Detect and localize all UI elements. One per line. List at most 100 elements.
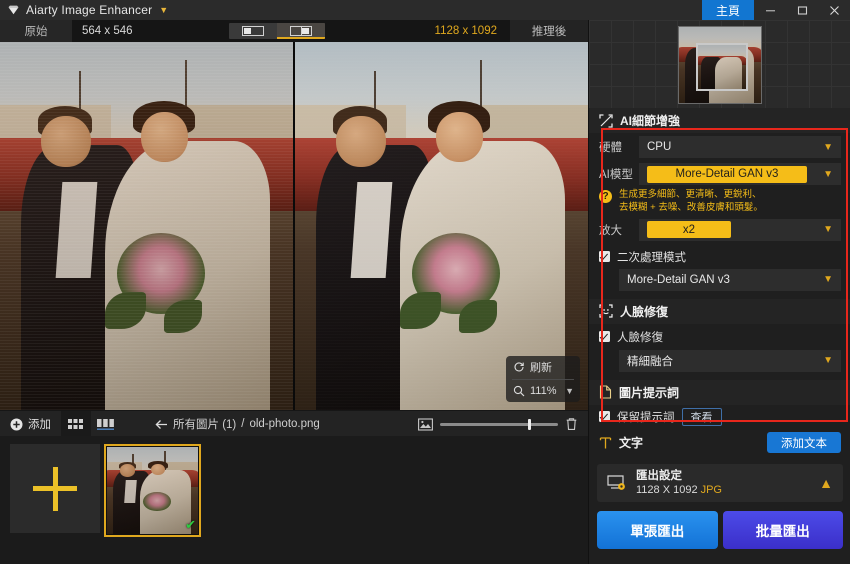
- face-restore-checkbox[interactable]: [599, 331, 610, 343]
- ai-model-description: ? 生成更多細節、更清晰、更銳利、 去模糊 + 去噪、改善皮膚和頭髮。: [589, 187, 850, 215]
- section-header-ai-detail: AI細節增強: [589, 108, 850, 133]
- face-restore-label: 人臉修復: [617, 331, 663, 344]
- app-window: Aiarty Image Enhancer ▼ 主頁 原始 564 x 546 …: [0, 0, 850, 564]
- preview-frame: [678, 26, 762, 104]
- text-tool-icon: [599, 436, 612, 450]
- zoom-level-row[interactable]: 111% ▼: [506, 380, 580, 403]
- enhanced-photo: [295, 42, 588, 410]
- batch-export-button[interactable]: 批量匯出: [722, 510, 843, 549]
- hardware-label: 硬體: [599, 142, 622, 154]
- close-icon[interactable]: [818, 0, 850, 20]
- chevron-down-icon[interactable]: ▼: [159, 5, 168, 15]
- image-canvas[interactable]: 刷新 111% ▼: [0, 42, 588, 410]
- chevron-up-icon[interactable]: ▲: [819, 475, 833, 491]
- plus-circle-icon: [10, 418, 23, 431]
- trash-icon[interactable]: [565, 417, 578, 431]
- thumbnail-size-slider[interactable]: [440, 418, 558, 430]
- add-image-button[interactable]: 添加: [0, 411, 61, 437]
- chevron-down-icon: ▼: [823, 141, 833, 153]
- face-restore-checkbox-row[interactable]: 人臉修復: [589, 324, 850, 350]
- keep-prompt-checkbox[interactable]: [599, 411, 610, 423]
- desc-line-2: 去模糊 + 去噪、改善皮膚和頭髮。: [619, 201, 763, 213]
- document-icon: [599, 385, 612, 399]
- section-header-face-restore: 人臉修復: [589, 298, 850, 324]
- scale-row: 放大 x2 ▼: [589, 215, 850, 245]
- scale-value: x2: [647, 221, 731, 239]
- preview-crop-box[interactable]: [696, 43, 748, 91]
- ai-model-value: More-Detail GAN v3: [647, 165, 807, 183]
- breadcrumb-filename: old-photo.png: [249, 418, 320, 430]
- second-pass-model-select[interactable]: More-Detail GAN v3 ▼: [619, 268, 841, 291]
- chevron-down-icon: ▼: [823, 224, 833, 236]
- keep-prompt-row: 保留提示詞 查看: [589, 405, 850, 429]
- original-dimensions: 564 x 546: [82, 25, 133, 37]
- single-view-icon[interactable]: [229, 23, 277, 39]
- hardware-value: CPU: [647, 141, 672, 153]
- scale-select[interactable]: x2 ▼: [639, 218, 841, 241]
- ai-model-label: AI模型: [599, 169, 633, 181]
- chevron-down-icon[interactable]: ▼: [565, 386, 574, 396]
- app-title: Aiarty Image Enhancer: [26, 3, 153, 17]
- check-icon: ✔: [185, 517, 196, 532]
- export-settings-title: 匯出設定: [636, 469, 682, 482]
- export-settings-text: 匯出設定 1128 X 1092 JPG: [636, 469, 722, 497]
- slider-knob[interactable]: [528, 418, 531, 430]
- export-dimensions-row: 1128 X 1092 JPG: [636, 484, 722, 496]
- diamond-logo-icon: [6, 3, 20, 17]
- breadcrumb-separator: /: [241, 418, 245, 430]
- ai-model-row: AI模型 More-Detail GAN v3 ▼: [589, 161, 850, 187]
- face-restore-mode-select[interactable]: 精細融合 ▼: [619, 349, 841, 372]
- minimize-icon[interactable]: [754, 0, 786, 20]
- second-pass-model-value: More-Detail GAN v3: [627, 273, 730, 286]
- original-photo: [0, 42, 293, 410]
- result-dimensions: 1128 x 1092: [434, 25, 497, 37]
- view-prompt-button[interactable]: 查看: [681, 407, 722, 426]
- film-toolbar-right: [418, 417, 588, 431]
- chevron-down-icon: ▼: [823, 355, 833, 367]
- tab-after[interactable]: 推理後: [510, 20, 588, 42]
- single-export-button[interactable]: 單張匯出: [597, 510, 718, 549]
- second-pass-checkbox[interactable]: [599, 251, 610, 263]
- hardware-select[interactable]: CPU ▼: [639, 136, 841, 158]
- face-restore-icon: [599, 304, 613, 318]
- chevron-down-icon: ▼: [823, 274, 833, 286]
- hardware-row: 硬體 CPU ▼: [589, 133, 850, 161]
- arrow-left-icon[interactable]: [155, 419, 168, 430]
- section-title-text: 文字: [619, 436, 644, 451]
- ai-detail-enhance-icon: [599, 113, 613, 128]
- image-size-icon[interactable]: [418, 417, 433, 431]
- list-item[interactable]: ✔: [104, 444, 201, 537]
- second-pass-checkbox-row[interactable]: 二次處理模式: [589, 245, 850, 269]
- refresh-icon: [513, 361, 525, 373]
- section-title-ai-detail: AI細節增強: [620, 114, 681, 128]
- second-pass-label: 二次處理模式: [617, 251, 686, 264]
- chevron-down-icon: ▼: [823, 168, 833, 180]
- enhanced-image-pane[interactable]: 刷新 111% ▼: [295, 42, 588, 410]
- grid-view-icon[interactable]: [61, 411, 91, 437]
- export-settings-box[interactable]: 匯出設定 1128 X 1092 JPG ▲: [597, 463, 843, 502]
- ai-model-select[interactable]: More-Detail GAN v3 ▼: [639, 163, 841, 185]
- maximize-icon[interactable]: [786, 0, 818, 20]
- ai-model-description-text: 生成更多細節、更清晰、更銳利、 去模糊 + 去噪、改善皮膚和頭髮。: [619, 189, 763, 215]
- export-settings-icon: [607, 474, 627, 492]
- plus-icon: [33, 466, 77, 511]
- thumbnail-strip: ✔: [0, 436, 588, 564]
- section-header-text: 文字 添加文本: [589, 428, 850, 457]
- home-button[interactable]: 主頁: [702, 0, 754, 20]
- tab-original[interactable]: 原始: [0, 20, 72, 42]
- export-button-row: 單張匯出 批量匯出: [597, 510, 843, 549]
- result-preview-thumbnail[interactable]: [589, 20, 850, 108]
- original-image-pane[interactable]: [0, 42, 293, 410]
- refresh-row[interactable]: 刷新: [506, 356, 580, 379]
- question-mark-icon[interactable]: ?: [599, 190, 612, 203]
- filmstrip-view-icon[interactable]: [91, 411, 121, 437]
- split-view-icon[interactable]: [277, 23, 325, 39]
- add-text-button[interactable]: 添加文本: [767, 432, 841, 454]
- zoom-control[interactable]: 刷新 111% ▼: [506, 356, 580, 402]
- image-info-bar: 原始 564 x 546 1128 x 1092 推理後: [0, 20, 588, 42]
- breadcrumb-all-images[interactable]: 所有圖片 (1): [173, 416, 236, 432]
- add-image-tile[interactable]: [10, 444, 100, 533]
- view-mode-toggle[interactable]: [229, 23, 325, 39]
- section-title-image-prompt: 圖片提示詞: [619, 385, 680, 400]
- section-header-image-prompt: 圖片提示詞: [589, 379, 850, 405]
